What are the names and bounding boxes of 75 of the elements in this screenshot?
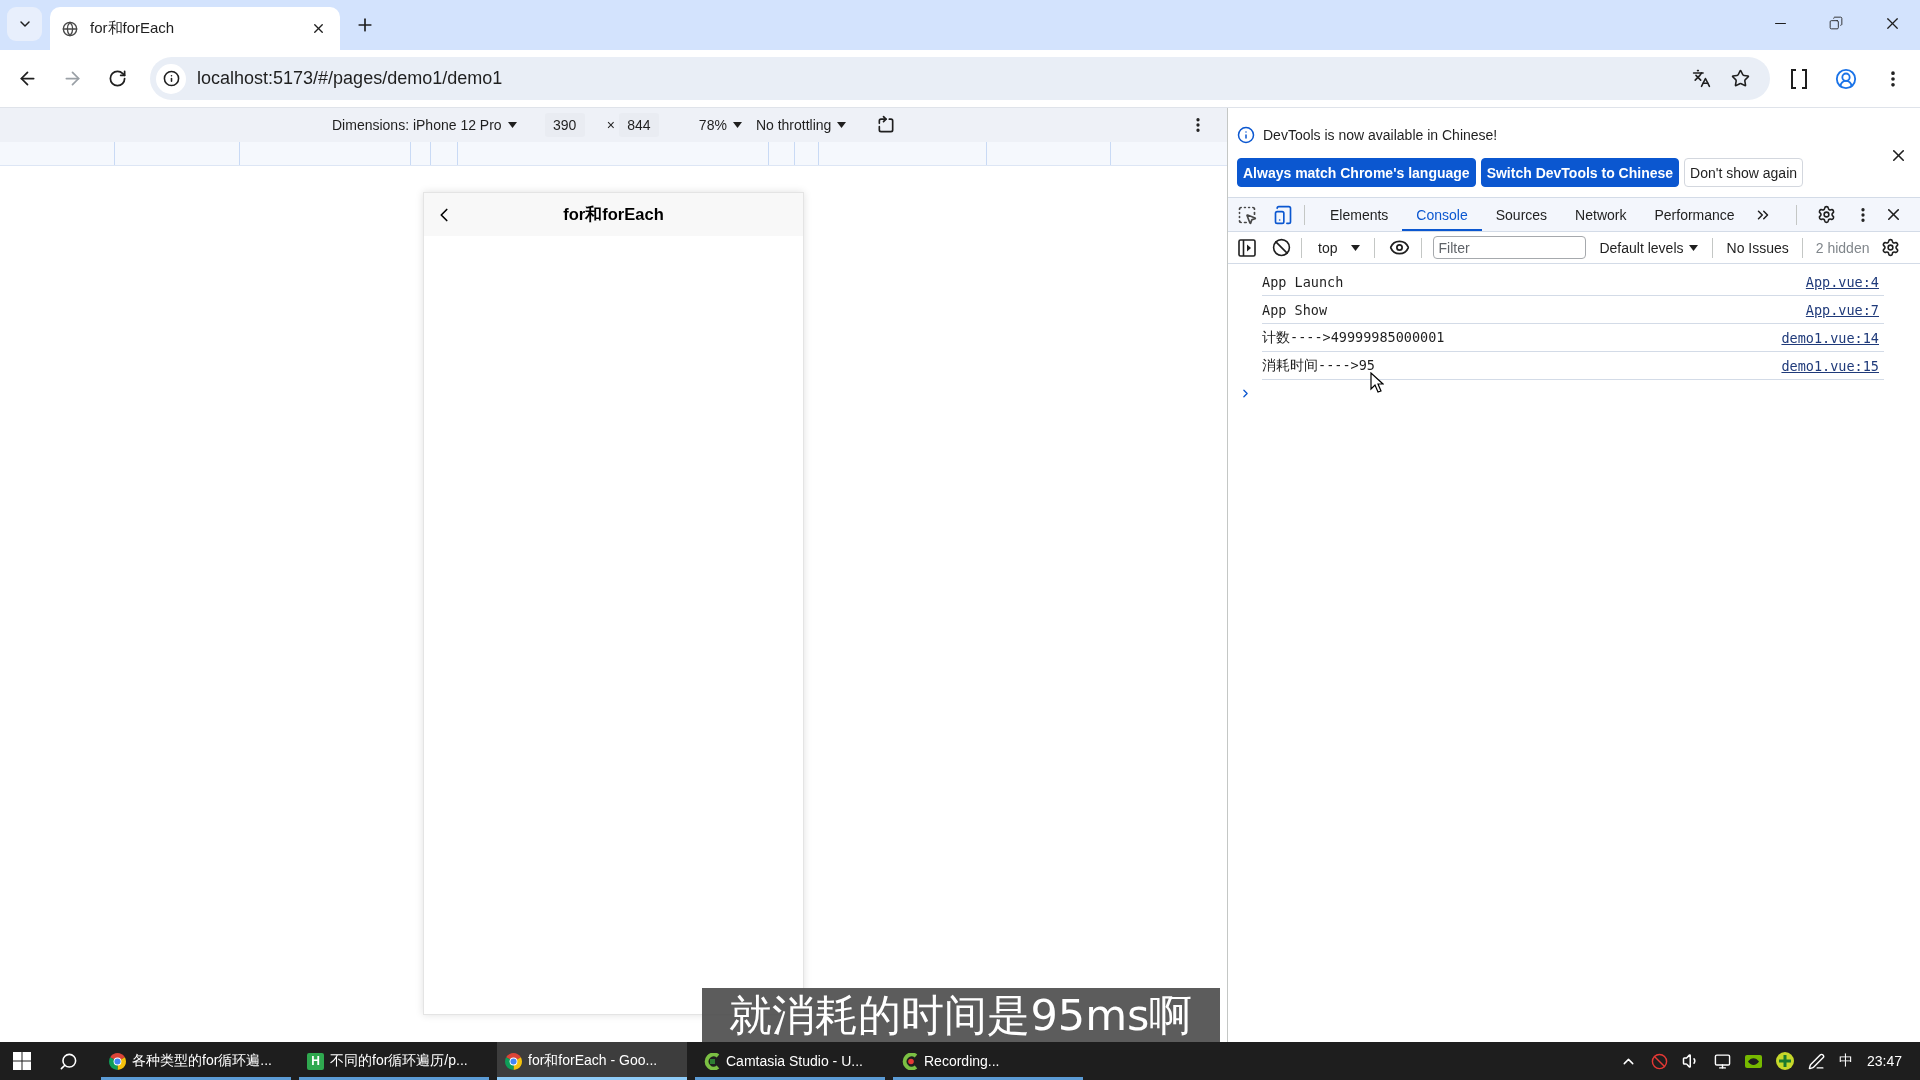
search-icon[interactable] — [58, 1051, 78, 1071]
sidebar-toggle-icon[interactable] — [1238, 238, 1256, 257]
info-icon — [162, 70, 180, 87]
width-field[interactable]: 390 — [544, 113, 585, 137]
panel-tab[interactable]: Console — [1402, 198, 1482, 231]
globe-icon — [62, 20, 78, 37]
notice-text: DevTools is now available in Chinese! — [1263, 127, 1498, 143]
settings-icon[interactable] — [1817, 205, 1836, 224]
caret-icon — [507, 122, 517, 128]
browser-tab[interactable]: for和forEach — [50, 7, 340, 50]
hidden-count: 2 hidden — [1815, 239, 1870, 256]
console-message: 计数---->49999985000001 — [1262, 328, 1445, 347]
notice-button[interactable]: Don't show again — [1684, 158, 1804, 187]
issues-button[interactable]: No Issues — [1726, 239, 1789, 256]
url-text: localhost:5173/#/pages/demo1/demo1 — [197, 68, 503, 89]
site-info-button[interactable] — [156, 63, 186, 94]
notice-button[interactable]: Always match Chrome's language — [1237, 158, 1476, 187]
cursor-icon — [1370, 372, 1384, 393]
filter-field[interactable]: Filter — [1433, 236, 1587, 259]
taskbar-item[interactable]: 各种类型的for循环遍... — [101, 1042, 291, 1080]
translate-icon[interactable] — [1691, 69, 1711, 88]
monitor-icon[interactable] — [1713, 1052, 1731, 1070]
page-title: for和forEach — [563, 203, 664, 225]
source-link[interactable]: App.vue:7 — [1805, 301, 1879, 318]
browser-logo-icon — [505, 1052, 522, 1070]
pen-icon[interactable] — [1807, 1052, 1825, 1070]
times-text: × — [606, 117, 615, 133]
clock-text: 23:47 — [1866, 1053, 1902, 1069]
console-message: App Launch — [1262, 273, 1344, 290]
console-message: App Show — [1262, 301, 1328, 318]
input-method-text[interactable]: 中 — [1838, 1052, 1853, 1070]
app-letter-icon: H — [307, 1052, 324, 1070]
zoom-dropdown[interactable]: 78% — [698, 117, 742, 133]
browser-logo-icon — [109, 1052, 126, 1070]
panel-tab[interactable]: Performance — [1640, 198, 1749, 231]
restore-icon[interactable] — [1829, 16, 1843, 30]
reload-icon[interactable] — [107, 69, 127, 88]
caret-icon — [1688, 244, 1698, 251]
panel-tab[interactable]: Elements — [1316, 198, 1403, 231]
console-message: 消耗时间---->95 — [1262, 356, 1375, 375]
rotate-icon[interactable] — [876, 115, 897, 135]
star-icon[interactable] — [1730, 69, 1750, 88]
clear-console-icon[interactable] — [1272, 238, 1291, 257]
caret-icon — [732, 122, 742, 128]
throttling-dropdown[interactable]: No throttling — [755, 117, 847, 133]
caret-icon — [1351, 244, 1361, 251]
recorder-logo-icon — [901, 1052, 918, 1070]
start-icon[interactable] — [13, 1052, 31, 1070]
settings-icon[interactable] — [1881, 238, 1901, 257]
source-link[interactable]: demo1.vue:14 — [1781, 329, 1879, 346]
panel-tab[interactable]: Sources — [1481, 198, 1562, 231]
profile-avatar-icon[interactable] — [1835, 67, 1857, 90]
dimensions-dropdown[interactable]: Dimensions: iPhone 12 Pro — [332, 117, 517, 133]
close-icon[interactable] — [311, 21, 326, 36]
brackets-icon[interactable] — [1791, 68, 1807, 89]
taskbar-item[interactable]: for和forEach - Goo... — [497, 1042, 687, 1080]
subtitle-caption: 就消耗的时间是95ms啊 — [702, 988, 1220, 1042]
panel-tab[interactable]: Network — [1561, 198, 1641, 231]
source-link[interactable]: demo1.vue:15 — [1781, 357, 1879, 374]
caret-icon — [837, 122, 847, 128]
levels-dropdown[interactable]: Default levels — [1599, 239, 1698, 256]
blocked-icon[interactable] — [1650, 1052, 1668, 1070]
eye-tile-icon[interactable] — [1744, 1052, 1762, 1070]
context-dropdown[interactable]: top — [1318, 239, 1361, 256]
plus-circle-icon[interactable] — [1775, 1052, 1794, 1070]
notice-button[interactable]: Switch DevTools to Chinese — [1480, 158, 1680, 187]
height-field[interactable]: 844 — [618, 113, 659, 137]
device-toggle-icon[interactable] — [1273, 204, 1293, 225]
app-logo-icon — [703, 1052, 720, 1070]
address-bar[interactable]: localhost:5173/#/pages/demo1/demo1 — [150, 57, 1770, 100]
taskbar-item[interactable]: H 不同的for循环遍历/p... — [299, 1042, 489, 1080]
source-link[interactable]: App.vue:4 — [1805, 273, 1879, 290]
info-icon — [1237, 126, 1255, 144]
dropdown-button[interactable] — [7, 7, 42, 41]
inspect-icon[interactable] — [1237, 204, 1257, 225]
